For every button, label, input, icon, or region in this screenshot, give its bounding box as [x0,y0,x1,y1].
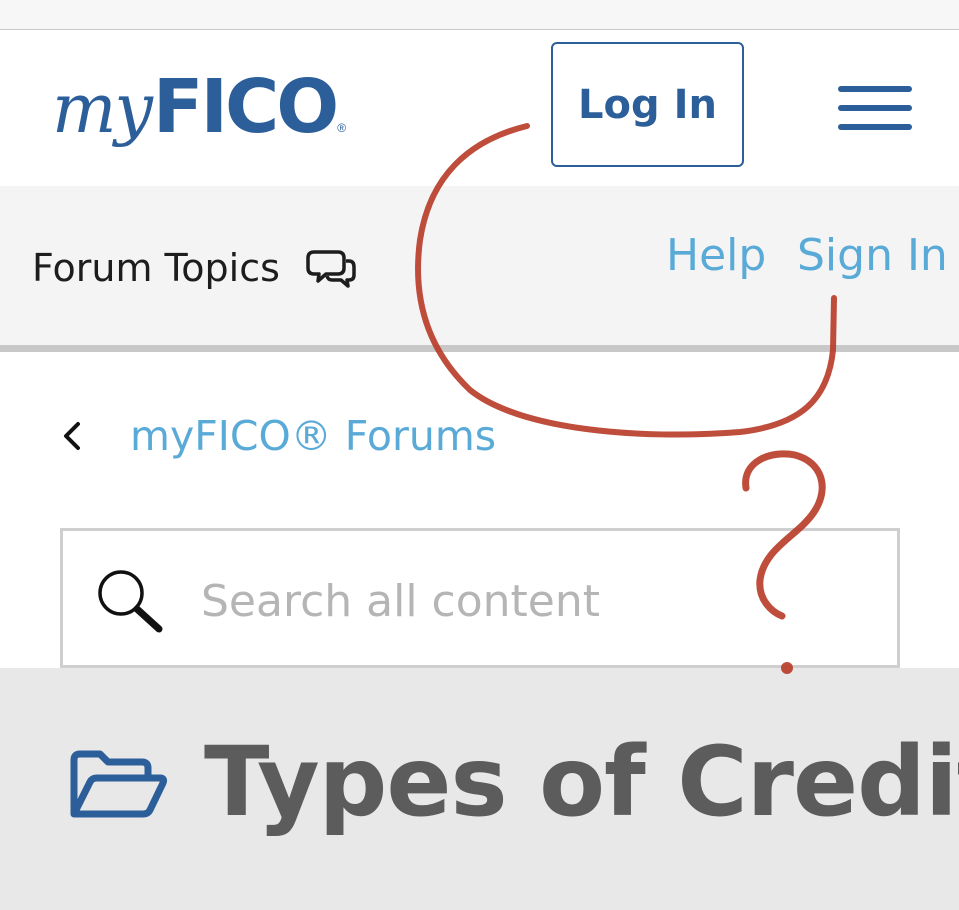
logo-my-text: my [52,70,153,149]
help-link[interactable]: Help [666,230,766,281]
menu-bar [838,105,912,111]
breadcrumb-forums-link[interactable]: myFICO® Forums [130,412,496,460]
search-input[interactable] [201,561,761,641]
forum-subnav: Forum Topics Help Sign In [0,186,959,352]
sign-in-link[interactable]: Sign In [797,230,948,281]
chevron-left-icon [64,422,80,450]
search-icon[interactable] [95,569,167,635]
status-strip [0,0,959,30]
category-title: Types of Credit [204,726,959,838]
site-header: my FICO ® Log In [0,30,959,186]
myfico-logo[interactable]: my FICO ® [52,64,346,154]
logo-registered-mark: ® [337,121,347,135]
menu-bar [838,124,912,130]
forum-topics-toggle[interactable]: Forum Topics [32,246,356,290]
menu-bar [838,86,912,92]
logo-fico-text: FICO [152,64,339,150]
hamburger-menu-icon[interactable] [838,86,914,132]
chat-bubbles-icon [306,250,356,288]
forum-topics-label: Forum Topics [32,246,280,290]
search-box[interactable] [60,528,900,668]
breadcrumb[interactable]: myFICO® Forums [58,412,496,460]
log-in-button[interactable]: Log In [551,42,744,167]
category-header: Types of Credit [0,668,959,910]
folder-open-icon [70,750,168,818]
